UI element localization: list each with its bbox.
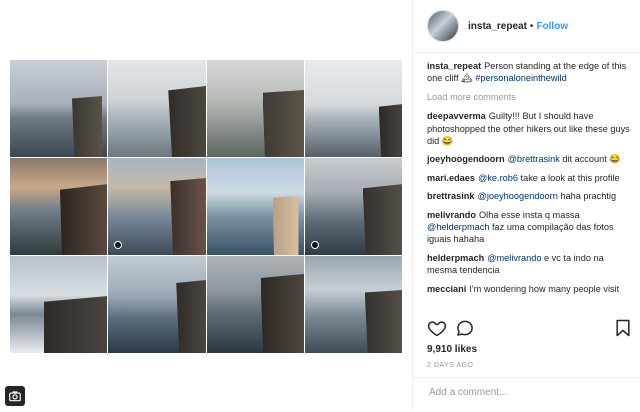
photo-pane bbox=[0, 0, 412, 411]
grid-photo-1 bbox=[10, 60, 108, 157]
comment-username[interactable]: deepavverma bbox=[427, 111, 486, 121]
comment-icon[interactable] bbox=[455, 318, 475, 338]
comment-mention[interactable]: @ke.rob6 bbox=[478, 173, 518, 183]
comment-text: I'm wondering how many people visit bbox=[469, 283, 620, 294]
grid-photo-6 bbox=[108, 158, 206, 255]
grid-photo-11 bbox=[206, 256, 304, 353]
comment-item: joeyhoogendoorn @brettrasink dit account … bbox=[427, 153, 633, 165]
comment-username[interactable]: joeyhoogendoorn bbox=[427, 154, 505, 164]
comment-mention[interactable]: @brettrasink bbox=[508, 154, 560, 164]
comment-username[interactable]: melivrando bbox=[427, 210, 476, 220]
bookmark-icon[interactable] bbox=[613, 318, 633, 338]
comment-text: haha prachtig bbox=[557, 191, 617, 202]
comments-list[interactable]: insta_repeat Person standing at the edge … bbox=[427, 60, 633, 318]
comment-items: deepavverma Guilty!!! But I should have p… bbox=[427, 110, 633, 295]
comment-text: Olha esse insta q massa bbox=[479, 209, 580, 220]
add-comment-bar bbox=[413, 377, 640, 412]
comment-mention[interactable]: @melivrando bbox=[487, 253, 541, 263]
comment-text: take a look at this profile bbox=[518, 172, 620, 183]
camera-icon[interactable] bbox=[5, 386, 25, 406]
caption-hashtag[interactable]: #personaloneinthewild bbox=[475, 73, 566, 83]
heart-icon[interactable] bbox=[427, 318, 447, 338]
likes-count[interactable]: 9,910 likes bbox=[427, 344, 477, 355]
grid-photo-9 bbox=[10, 256, 108, 353]
grid-photo-4 bbox=[304, 60, 402, 157]
post-header: insta_repeat • Follow bbox=[413, 0, 640, 53]
post-date: 2 DAYS AGO bbox=[427, 362, 474, 369]
action-bar bbox=[427, 318, 633, 340]
comment-item: melivrando Olha esse insta q massa @helde… bbox=[427, 209, 633, 246]
caption: insta_repeat Person standing at the edge … bbox=[427, 60, 633, 85]
grid-photo-2 bbox=[108, 60, 206, 157]
comment-mention[interactable]: @helderpmach bbox=[427, 222, 489, 232]
comment-username[interactable]: mari.edaes bbox=[427, 173, 475, 183]
grid-photo-5 bbox=[10, 158, 108, 255]
post-sidebar: insta_repeat • Follow insta_repeat Person… bbox=[413, 0, 640, 411]
grid-photo-3 bbox=[206, 60, 304, 157]
grid-photo-12 bbox=[304, 256, 402, 353]
comment-item: brettrasink @joeyhoogendoorn haha prachti… bbox=[427, 190, 633, 202]
grid-photo-10 bbox=[108, 256, 206, 353]
grid-photo-7 bbox=[206, 158, 304, 255]
comment-item: deepavverma Guilty!!! But I should have p… bbox=[427, 110, 633, 147]
comment-item: mecciani I'm wondering how many people vi… bbox=[427, 283, 633, 295]
comment-username[interactable]: brettrasink bbox=[427, 191, 475, 201]
header-username[interactable]: insta_repeat bbox=[468, 21, 527, 32]
grid-photo-8 bbox=[304, 158, 402, 255]
avatar[interactable] bbox=[427, 10, 459, 42]
comment-item: helderpmach @melivrando e vc ta indo na m… bbox=[427, 252, 633, 277]
follow-button[interactable]: Follow bbox=[536, 21, 568, 32]
comment-username[interactable]: helderpmach bbox=[427, 253, 484, 263]
multi-photo-icon bbox=[114, 241, 123, 249]
caption-username[interactable]: insta_repeat bbox=[427, 61, 481, 71]
comment-mention[interactable]: @joeyhoogendoorn bbox=[478, 191, 558, 201]
comment-text: dit account 😂 bbox=[559, 154, 621, 165]
photo-grid[interactable] bbox=[10, 60, 402, 353]
multi-photo-icon bbox=[310, 241, 319, 249]
comment-item: mari.edaes @ke.rob6 take a look at this p… bbox=[427, 172, 633, 184]
add-comment-input[interactable] bbox=[427, 386, 631, 399]
comment-username[interactable]: mecciani bbox=[427, 284, 466, 294]
header-separator: • bbox=[529, 20, 534, 32]
load-more-comments[interactable]: Load more comments bbox=[427, 91, 633, 103]
